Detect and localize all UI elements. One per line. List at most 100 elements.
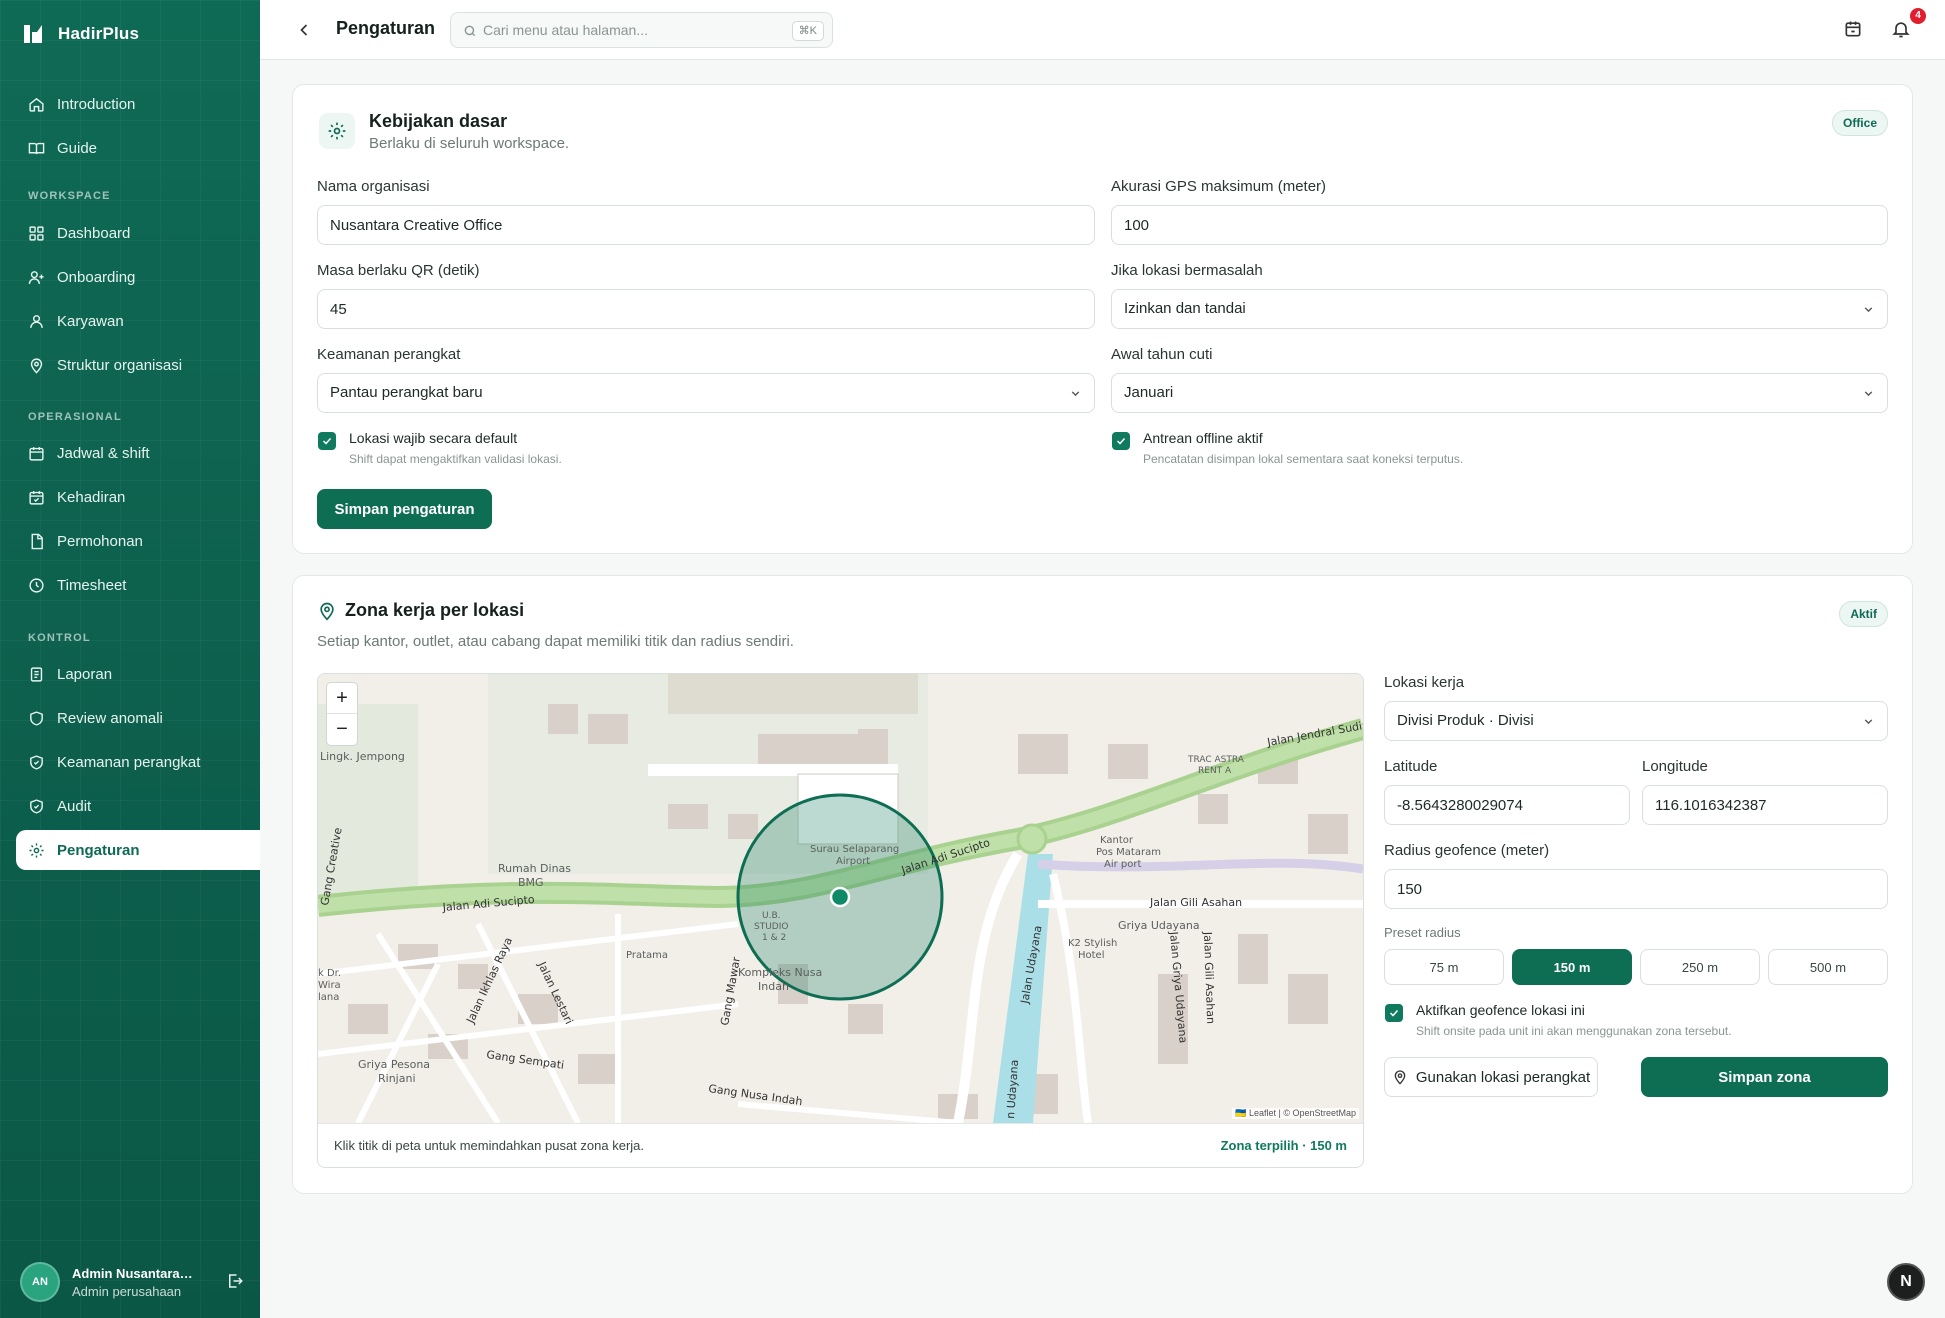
bell-icon[interactable] (1891, 19, 1911, 39)
map-label-griya-udayana: Griya Udayana (1118, 919, 1200, 932)
gps-accuracy-input[interactable] (1111, 205, 1888, 245)
map-label-studio-3: 1 & 2 (762, 933, 786, 943)
map-label-kantor-pos-3: Air port (1104, 859, 1141, 870)
sidebar-item-label: Permohonan (57, 532, 143, 550)
sidebar-item-onboarding[interactable]: Onboarding (16, 257, 260, 297)
sidebar-item-label: Laporan (57, 665, 113, 683)
sidebar-item-label: Introduction (57, 95, 136, 113)
work-location-select[interactable]: Divisi Produk · Divisi (1384, 701, 1888, 741)
sidebar-item-introduction[interactable]: Introduction (16, 84, 260, 124)
map-label-kantor-pos-1: Kantor (1100, 835, 1134, 846)
sidebar-item-struktur-organisasi[interactable]: Struktur organisasi (16, 345, 260, 385)
work-location-label: Lokasi kerja (1384, 674, 1465, 691)
geofence-label: Aktifkan geofence lokasi ini (1416, 1002, 1585, 1018)
longitude-input[interactable] (1642, 785, 1888, 825)
brand[interactable]: HadirPlus (22, 22, 139, 46)
preset-150-button[interactable]: 150 m (1512, 949, 1632, 985)
policy-icon-box (319, 113, 355, 149)
policy-badge: Office (1831, 110, 1888, 136)
sidebar-item-label: Karyawan (57, 312, 124, 330)
map-label-studio-1: U.B. (762, 911, 780, 921)
leave-year-value: Januari (1124, 384, 1174, 401)
save-settings-button[interactable]: Simpan pengaturan (317, 489, 492, 529)
sidebar-item-kehadiran[interactable]: Kehadiran (16, 477, 260, 517)
sidebar-item-review-anomali[interactable]: Review anomali (16, 698, 260, 738)
preset-radius-label: Preset radius (1384, 925, 1461, 940)
sidebar-item-keamanan-perangkat[interactable]: Keamanan perangkat (16, 742, 260, 782)
offline-queue-hint: Pencatatan disimpan lokal sementara saat… (1143, 452, 1464, 466)
sidebar-item-laporan[interactable]: Laporan (16, 654, 260, 694)
map-label-kantor-pos-2: Pos Mataram (1096, 847, 1161, 858)
location-required-checkbox[interactable] (318, 432, 336, 450)
map-label-pratama: Pratama (626, 950, 668, 961)
latitude-input[interactable] (1384, 785, 1630, 825)
device-security-label: Keamanan perangkat (317, 346, 461, 363)
chevron-left-icon[interactable] (294, 20, 314, 40)
policy-title: Kebijakan dasar (369, 111, 508, 131)
sidebar-item-label: Onboarding (57, 268, 136, 286)
map-hint: Klik titik di peta untuk memindahkan pus… (334, 1138, 645, 1153)
sidebar-item-karyawan[interactable]: Karyawan (16, 301, 260, 341)
grid-icon (29, 225, 44, 241)
preset-75-button[interactable]: 75 m (1384, 949, 1504, 985)
sidebar-item-dashboard[interactable]: Dashboard (16, 213, 260, 253)
logout-icon[interactable] (226, 1272, 244, 1290)
topbar: Pengaturan ⌘K 4 (260, 0, 1945, 60)
use-device-location-button[interactable]: Gunakan lokasi perangkat (1384, 1057, 1598, 1097)
qr-validity-label: Masa berlaku QR (detik) (317, 262, 480, 279)
zone-badge: Aktif (1839, 601, 1888, 627)
zone-title: Zona kerja per lokasi (345, 600, 525, 620)
pin-icon (320, 602, 334, 621)
location-required-hint: Shift dapat mengaktifkan validasi lokasi… (349, 452, 562, 466)
location-issue-select[interactable]: Izinkan dan tandai (1111, 289, 1888, 329)
sidebar-item-permohonan[interactable]: Permohonan (16, 521, 260, 561)
leave-year-label: Awal tahun cuti (1111, 346, 1213, 363)
brand-logo-icon (24, 25, 42, 43)
policy-subtitle: Berlaku di seluruh workspace. (369, 135, 570, 152)
map-label-gili-asahan: Jalan Gili Asahan (1149, 896, 1242, 909)
document-icon (31, 533, 43, 549)
shield-check-icon (30, 798, 43, 814)
gear-icon (29, 842, 44, 858)
shield-check-icon (30, 754, 43, 770)
map[interactable]: Lingk. Jempong Rumah Dinas BMG Surau Sel… (318, 674, 1363, 1123)
map-label-wira-1: k Dr. (318, 968, 341, 979)
map-label-wira-2: Wira (318, 980, 341, 991)
geofence-checkbox[interactable] (1385, 1004, 1403, 1022)
qr-validity-input[interactable] (317, 289, 1095, 329)
org-name-input[interactable] (317, 205, 1095, 245)
map-attribution[interactable]: 🇺🇦 Leaflet | © OpenStreetMap (1232, 1108, 1359, 1119)
map-footer: Klik titik di peta untuk memindahkan pus… (318, 1123, 1363, 1167)
floating-action-button[interactable]: N (1887, 1263, 1925, 1301)
zoom-out-button[interactable]: − (327, 714, 357, 745)
sidebar-item-audit[interactable]: Audit (16, 786, 260, 826)
map-label-wira-3: lana (318, 992, 339, 1003)
gps-accuracy-label: Akurasi GPS maksimum (meter) (1111, 178, 1327, 195)
preset-500-button[interactable]: 500 m (1768, 949, 1888, 985)
user-profile[interactable]: AN Admin Nusantara Creative Office Admin… (20, 1260, 250, 1304)
calendar-icon[interactable] (1843, 19, 1863, 39)
sidebar-item-label: Audit (57, 797, 92, 815)
sidebar-item-pengaturan[interactable]: Pengaturan (16, 830, 260, 870)
search-input[interactable] (483, 13, 783, 47)
zone-subtitle: Setiap kantor, outlet, atau cabang dapat… (317, 633, 794, 650)
sidebar-item-label: Kehadiran (57, 488, 126, 506)
leave-year-select[interactable]: Januari (1111, 373, 1888, 413)
check-icon (322, 437, 332, 445)
sidebar-item-timesheet[interactable]: Timesheet (16, 565, 260, 605)
radius-label: Radius geofence (meter) (1384, 842, 1550, 859)
save-zone-button[interactable]: Simpan zona (1641, 1057, 1888, 1097)
radius-input[interactable] (1384, 869, 1888, 909)
chevron-down-icon (1864, 391, 1873, 397)
sidebar-item-guide[interactable]: Guide (16, 128, 260, 168)
search-box[interactable]: ⌘K (450, 12, 833, 48)
user-name: Admin Nusantara Creative Office (72, 1265, 194, 1281)
sidebar-item-jadwal-shift[interactable]: Jadwal & shift (16, 433, 260, 473)
offline-queue-checkbox[interactable] (1112, 432, 1130, 450)
map-label-kompleks-1: Kompleks Nusa (738, 966, 822, 979)
page-title: Pengaturan (336, 18, 436, 38)
preset-250-button[interactable]: 250 m (1640, 949, 1760, 985)
home-icon (29, 97, 44, 112)
device-security-select[interactable]: Pantau perangkat baru (317, 373, 1095, 413)
zoom-in-button[interactable]: + (327, 683, 357, 714)
